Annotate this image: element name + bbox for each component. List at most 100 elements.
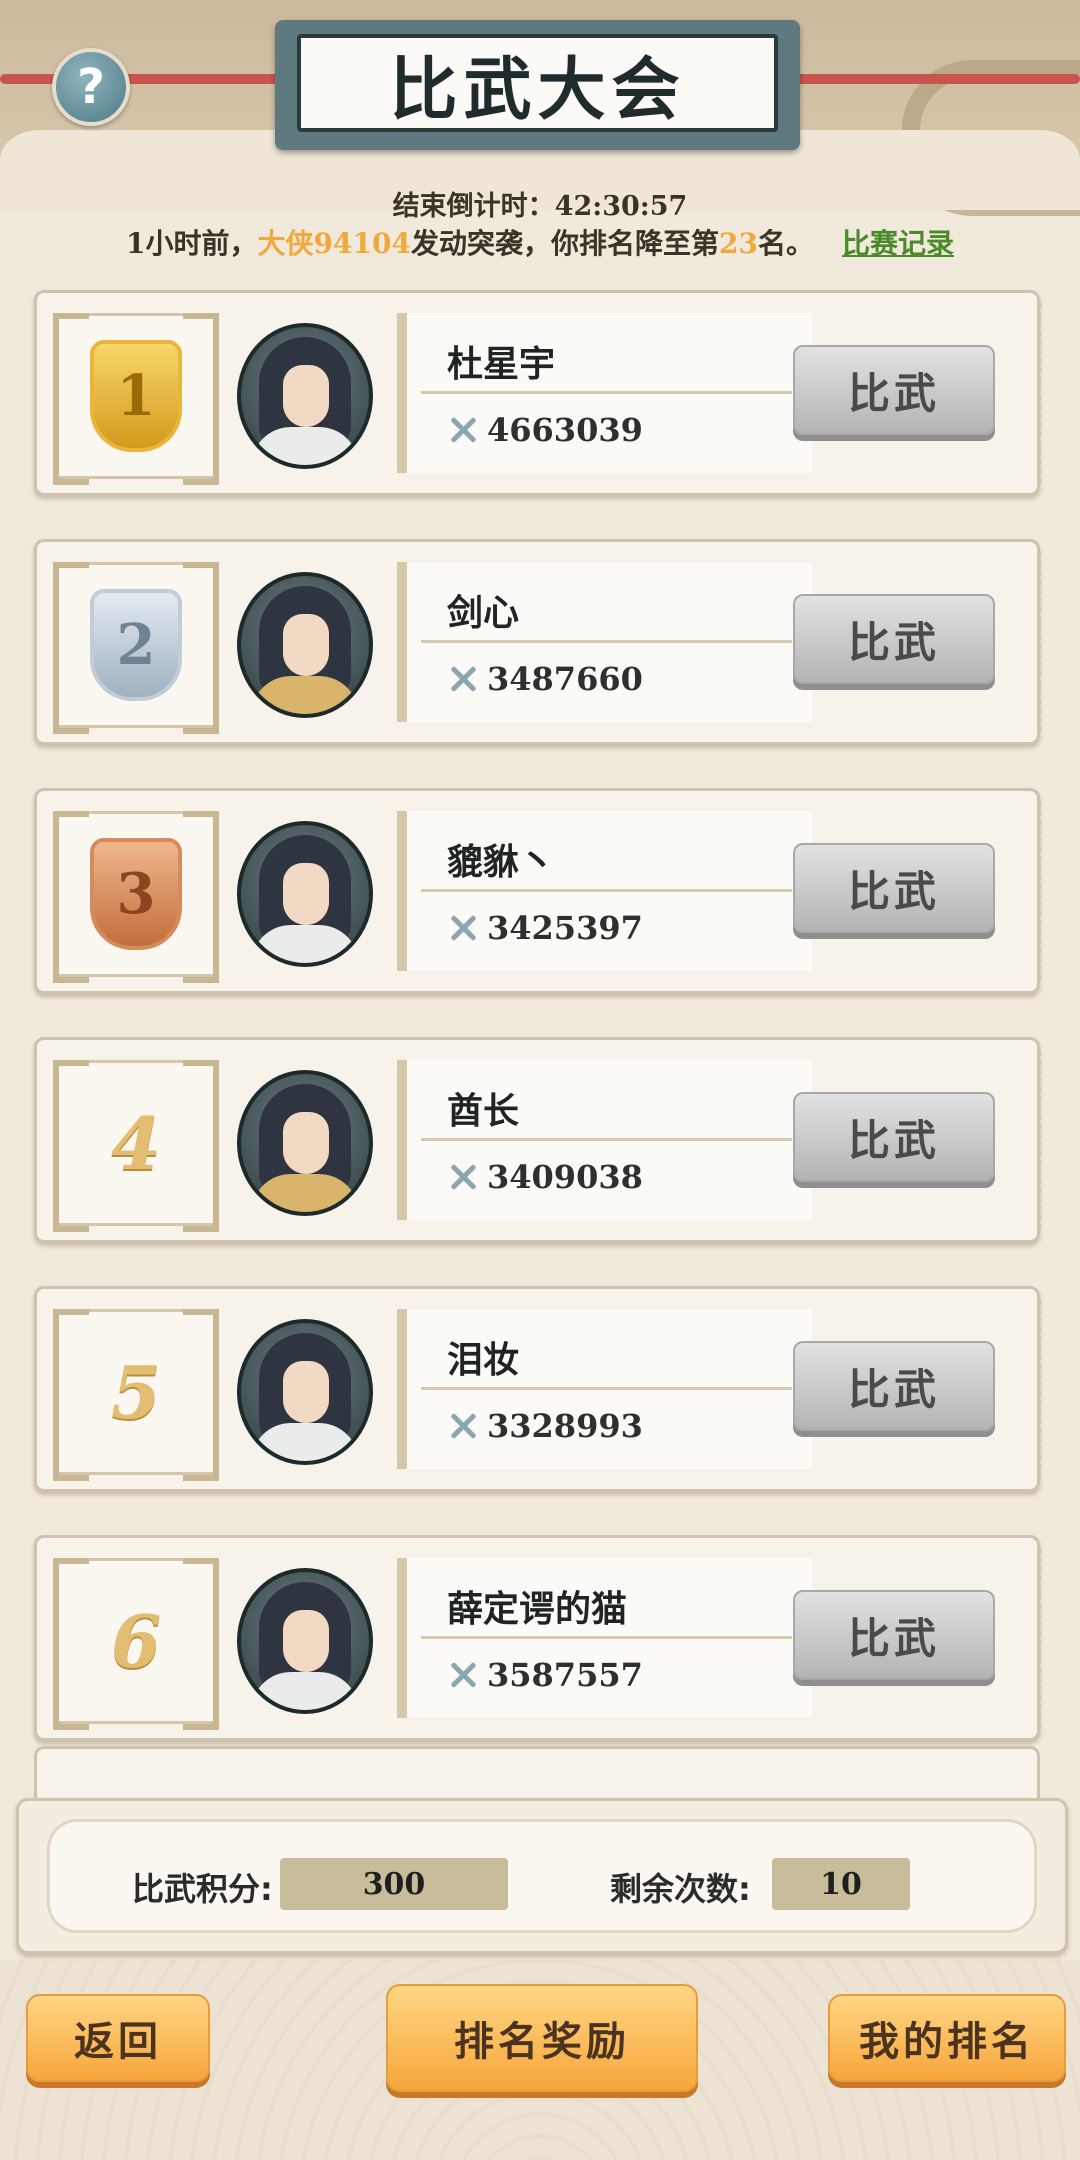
- challenge-button[interactable]: 比武: [793, 1341, 995, 1431]
- ranking-list[interactable]: 1 杜星宇 4663039 比武 2 剑心 3487660 比武 3 貔貅丶 3…: [34, 290, 1041, 1784]
- rank-number: 5: [110, 1349, 162, 1435]
- combat-power-value: 3409038: [487, 1158, 643, 1196]
- combat-power-value: 3328993: [487, 1407, 643, 1445]
- stats-bar: 比武积分: 300 剩余次数: 10: [16, 1798, 1068, 1954]
- avatar[interactable]: [237, 1319, 373, 1465]
- challenge-button[interactable]: 比武: [793, 843, 995, 933]
- avatar[interactable]: [237, 1070, 373, 1216]
- remaining-label: 剩余次数:: [610, 1870, 751, 1908]
- player-info: 剑心 3487660: [397, 562, 812, 722]
- torn-edge-decoration: [1022, 1050, 1041, 1230]
- attack-notice: 1小时前，大侠94104发动突袭，你排名降至第23名。 比赛记录: [0, 222, 1080, 262]
- combat-power-value: 3587557: [487, 1656, 643, 1694]
- remaining-value: 10: [772, 1858, 910, 1910]
- rank-number: 1: [116, 363, 156, 429]
- divider: [421, 640, 792, 643]
- question-icon: ?: [77, 59, 105, 115]
- crossed-swords-icon: [447, 414, 479, 446]
- rank-reward-button[interactable]: 排名奖励: [386, 1984, 698, 2092]
- rank-badge: 4: [53, 1060, 219, 1232]
- divider: [421, 1387, 792, 1390]
- avatar[interactable]: [237, 1568, 373, 1714]
- stats-inner-panel: 比武积分: 300 剩余次数: 10: [47, 1819, 1037, 1933]
- notice-middle: 发动突袭，你排名降至第: [410, 227, 719, 260]
- crossed-swords-icon: [447, 1410, 479, 1442]
- player-info: 貔貅丶 3425397: [397, 811, 812, 971]
- avatar[interactable]: [237, 572, 373, 718]
- combat-power: 3487660: [447, 660, 643, 698]
- combat-power-value: 3487660: [487, 660, 643, 698]
- notice-suffix: 名。: [757, 227, 814, 260]
- torn-edge-decoration: [1022, 552, 1041, 732]
- torn-edge-decoration: [1022, 801, 1041, 981]
- avatar[interactable]: [237, 323, 373, 469]
- player-name: 泪妆: [447, 1340, 520, 1381]
- help-button[interactable]: ?: [52, 48, 130, 126]
- ranking-row: 6 薛定谔的猫 3587557 比武: [34, 1535, 1041, 1741]
- challenge-button[interactable]: 比武: [793, 345, 995, 435]
- combat-power: 3425397: [447, 909, 643, 947]
- rank-badge: 1: [53, 313, 219, 485]
- rank-number: 3: [116, 861, 156, 927]
- avatar-face: [283, 614, 329, 676]
- torn-edge-decoration: [1022, 303, 1041, 483]
- rank-badge: 5: [53, 1309, 219, 1481]
- ranking-row: 5 泪妆 3328993 比武: [34, 1286, 1041, 1492]
- crossed-swords-icon: [447, 1161, 479, 1193]
- player-name: 剑心: [447, 593, 520, 634]
- divider: [421, 889, 792, 892]
- avatar-face: [283, 365, 329, 427]
- player-name: 酋长: [447, 1091, 520, 1132]
- avatar[interactable]: [237, 821, 373, 967]
- combat-power: 4663039: [447, 411, 643, 449]
- player-info: 酋长 3409038: [397, 1060, 812, 1220]
- my-rank-button[interactable]: 我的排名: [828, 1994, 1066, 2082]
- score-value: 300: [280, 1858, 508, 1910]
- page-title: 比武大会: [297, 34, 778, 132]
- divider: [421, 391, 792, 394]
- challenge-button[interactable]: 比武: [793, 1092, 995, 1182]
- challenge-button[interactable]: 比武: [793, 594, 995, 684]
- rank-badge: 3: [53, 811, 219, 983]
- gold-medal-icon: 1: [90, 340, 182, 452]
- ranking-row: 3 貔貅丶 3425397 比武: [34, 788, 1041, 994]
- divider: [421, 1138, 792, 1141]
- attacker-id: 94104: [313, 227, 411, 260]
- challenge-button[interactable]: 比武: [793, 1590, 995, 1680]
- player-name: 薛定谔的猫: [447, 1589, 628, 1630]
- notice-prefix: 1小时前，: [126, 227, 258, 260]
- match-record-link[interactable]: 比赛记录: [842, 227, 954, 260]
- player-info: 泪妆 3328993: [397, 1309, 812, 1469]
- crossed-swords-icon: [447, 1659, 479, 1691]
- combat-power: 3587557: [447, 1656, 643, 1694]
- player-info: 薛定谔的猫 3587557: [397, 1558, 812, 1718]
- torn-edge-decoration: [1022, 1299, 1041, 1479]
- torn-edge-decoration: [1022, 1548, 1041, 1728]
- combat-power-value: 3425397: [487, 909, 643, 947]
- avatar-face: [283, 1610, 329, 1672]
- silver-medal-icon: 2: [90, 589, 182, 701]
- rank-badge: 6: [53, 1558, 219, 1730]
- back-button[interactable]: 返回: [26, 1994, 210, 2082]
- rank-badge: 2: [53, 562, 219, 734]
- player-name: 貔貅丶: [447, 842, 556, 883]
- avatar-face: [283, 1112, 329, 1174]
- ranking-row: 2 剑心 3487660 比武: [34, 539, 1041, 745]
- score-label: 比武积分:: [132, 1870, 273, 1908]
- ranking-row: 1 杜星宇 4663039 比武: [34, 290, 1041, 496]
- player-info: 杜星宇 4663039: [397, 313, 812, 473]
- crossed-swords-icon: [447, 663, 479, 695]
- bronze-medal-icon: 3: [90, 838, 182, 950]
- attacker-title: 大侠: [257, 227, 314, 260]
- combat-power: 3328993: [447, 1407, 643, 1445]
- ranking-row: 4 酋长 3409038 比武: [34, 1037, 1041, 1243]
- title-plate: 比武大会: [275, 20, 800, 150]
- divider: [421, 1636, 792, 1639]
- combat-power-value: 4663039: [487, 411, 643, 449]
- player-name: 杜星宇: [447, 344, 556, 385]
- current-rank: 23: [718, 227, 758, 260]
- combat-power: 3409038: [447, 1158, 643, 1196]
- rank-number: 4: [110, 1100, 162, 1186]
- rank-number: 6: [110, 1598, 162, 1684]
- avatar-face: [283, 863, 329, 925]
